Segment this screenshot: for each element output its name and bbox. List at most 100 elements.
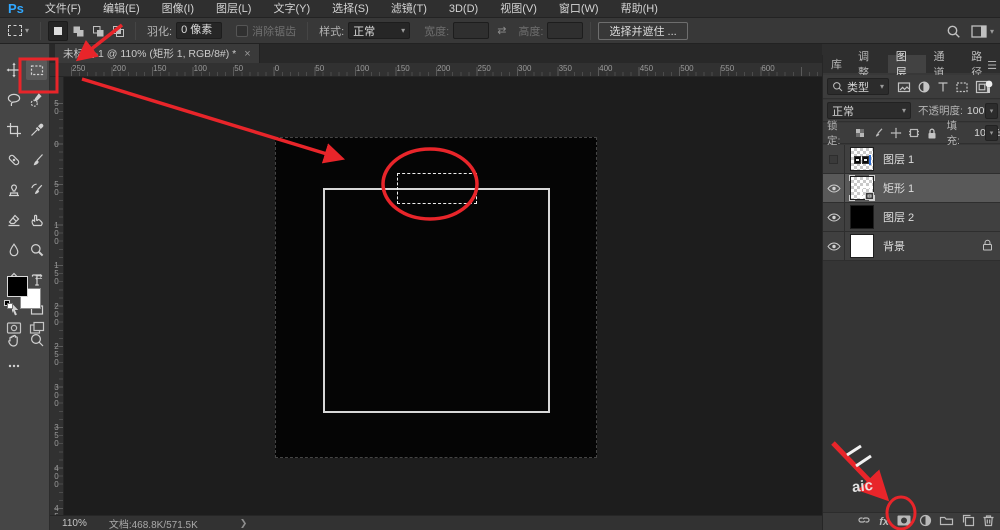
chevron-down-icon: ▾: [401, 26, 405, 35]
move-tool[interactable]: [3, 60, 24, 80]
layer-thumbnail[interactable]: [850, 205, 874, 229]
lock-all-icon[interactable]: [926, 127, 938, 140]
visibility-toggle[interactable]: [823, 145, 845, 174]
layer-name[interactable]: 图层 2: [883, 209, 1000, 225]
ruler-label: 350: [559, 64, 572, 73]
menu-item[interactable]: 文字(Y): [262, 0, 321, 18]
chevron-down-icon: ▾: [990, 27, 994, 36]
workspace-switcher-icon[interactable]: ▾: [971, 25, 994, 38]
layer-thumbnail[interactable]: [850, 147, 874, 171]
history-brush-tool[interactable]: [26, 180, 47, 200]
new-group-icon[interactable]: [939, 514, 954, 529]
subtract-from-selection-button[interactable]: [88, 21, 108, 41]
tool-preset-button[interactable]: ▾: [8, 25, 29, 36]
layer-row[interactable]: 图层 2: [823, 203, 1000, 232]
menu-item[interactable]: 编辑(E): [92, 0, 151, 18]
filter-type-layers-icon[interactable]: [937, 80, 949, 94]
layer-thumbnail[interactable]: [850, 234, 874, 258]
opacity-scrubber[interactable]: ▾: [985, 103, 998, 119]
antialias-checkbox[interactable]: [236, 25, 248, 37]
filter-pixel-layers-icon[interactable]: [897, 80, 911, 94]
spot-healing-brush-tool[interactable]: [3, 150, 24, 170]
new-adjustment-layer-icon[interactable]: [919, 514, 932, 530]
layer-name[interactable]: 图层 1: [883, 151, 1000, 167]
clone-stamp-tool[interactable]: [3, 180, 24, 200]
filter-shape-layers-icon[interactable]: [955, 80, 969, 94]
panel-menu-icon[interactable]: ☰: [987, 59, 997, 72]
search-icon[interactable]: [946, 24, 961, 39]
close-tab-icon[interactable]: ×: [244, 48, 250, 60]
eraser-tool[interactable]: [3, 210, 24, 230]
filter-toggle-pin-icon[interactable]: [983, 79, 995, 95]
canvas-viewport[interactable]: [64, 77, 822, 515]
quick-mask-button[interactable]: [4, 320, 24, 336]
menu-item[interactable]: 视图(V): [489, 0, 548, 18]
eyedropper-tool[interactable]: [26, 120, 47, 140]
visibility-toggle[interactable]: [823, 232, 845, 261]
feather-input[interactable]: 0 像素: [176, 22, 222, 39]
vertical-ruler[interactable]: 50050100150200250300350400450: [50, 77, 64, 515]
add-to-selection-button[interactable]: [68, 21, 88, 41]
layer-row-background[interactable]: 背景: [823, 232, 1000, 261]
layer-name[interactable]: 矩形 1: [883, 180, 1000, 196]
quick-selection-tool[interactable]: [26, 90, 47, 110]
blend-mode-dropdown[interactable]: 正常 ▾: [827, 102, 911, 119]
new-layer-icon[interactable]: [961, 513, 975, 530]
add-layer-mask-icon[interactable]: [896, 514, 912, 530]
lock-pixels-icon[interactable]: [872, 127, 884, 139]
default-colors-icon[interactable]: [4, 300, 14, 310]
layer-thumbnail[interactable]: [850, 176, 874, 200]
tab-channels[interactable]: 通道: [926, 55, 964, 73]
more-tools-ellipsis[interactable]: [3, 356, 24, 376]
tab-adjustments[interactable]: 调整: [850, 55, 888, 73]
status-chevron-icon[interactable]: ❯: [240, 518, 248, 529]
swap-colors-icon[interactable]: ⇄: [35, 272, 43, 283]
lock-position-icon[interactable]: [890, 127, 902, 139]
brush-tool[interactable]: [26, 150, 47, 170]
width-input[interactable]: [453, 22, 489, 39]
layer-style-fx-icon[interactable]: fx: [879, 516, 889, 528]
menu-item[interactable]: 滤镜(T): [380, 0, 438, 18]
layer-row-selected[interactable]: 矩形 1: [823, 174, 1000, 203]
layer-name[interactable]: 背景: [883, 238, 982, 254]
height-input[interactable]: [547, 22, 583, 39]
smudge-tool[interactable]: [26, 210, 47, 230]
tab-libraries[interactable]: 库: [823, 55, 850, 73]
intersect-selection-button[interactable]: [108, 21, 128, 41]
select-and-mask-button[interactable]: 选择并遮住 ...: [598, 22, 687, 40]
visibility-toggle[interactable]: [823, 174, 845, 203]
foreground-color-swatch[interactable]: [7, 276, 28, 297]
lock-artboard-icon[interactable]: [908, 127, 920, 139]
menu-item[interactable]: 图像(I): [151, 0, 205, 18]
menu-item[interactable]: 选择(S): [321, 0, 380, 18]
delete-layer-icon[interactable]: [982, 514, 995, 530]
crop-tool[interactable]: [3, 120, 24, 140]
filter-adjustment-layers-icon[interactable]: [917, 80, 931, 94]
horizontal-ruler[interactable]: 2502001501005005010015020025030035040045…: [50, 63, 822, 77]
tab-layers[interactable]: 图层: [888, 55, 926, 73]
menu-item[interactable]: 图层(L): [205, 0, 262, 18]
swap-width-height-icon[interactable]: ⇄: [497, 24, 506, 37]
ruler-label: 50: [234, 64, 243, 73]
menu-item[interactable]: 文件(F): [34, 0, 92, 18]
new-selection-button[interactable]: [48, 21, 68, 41]
visibility-toggle[interactable]: [823, 203, 845, 232]
menu-item[interactable]: 帮助(H): [610, 0, 669, 18]
zoom-level[interactable]: 110%: [62, 518, 87, 529]
link-layers-icon[interactable]: [856, 514, 872, 529]
rectangular-marquee-tool[interactable]: [26, 60, 47, 80]
fill-scrubber[interactable]: ▾: [985, 125, 998, 141]
menu-item[interactable]: 窗口(W): [548, 0, 610, 18]
screen-mode-button[interactable]: [27, 320, 47, 336]
ruler-label: 250: [52, 342, 61, 366]
dodge-tool[interactable]: [26, 240, 47, 260]
style-label: 样式:: [319, 23, 344, 39]
blur-tool[interactable]: [3, 240, 24, 260]
lock-transparency-icon[interactable]: [854, 127, 866, 139]
style-dropdown[interactable]: 正常 ▾: [348, 22, 410, 39]
filter-type-dropdown[interactable]: 类型 ▾: [827, 78, 889, 95]
menu-item[interactable]: 3D(D): [438, 0, 489, 18]
lasso-tool[interactable]: [3, 90, 24, 110]
document-tab[interactable]: 未标题-1 @ 110% (矩形 1, RGB/8#) * ×: [55, 44, 260, 63]
layer-row[interactable]: 图层 1: [823, 145, 1000, 174]
